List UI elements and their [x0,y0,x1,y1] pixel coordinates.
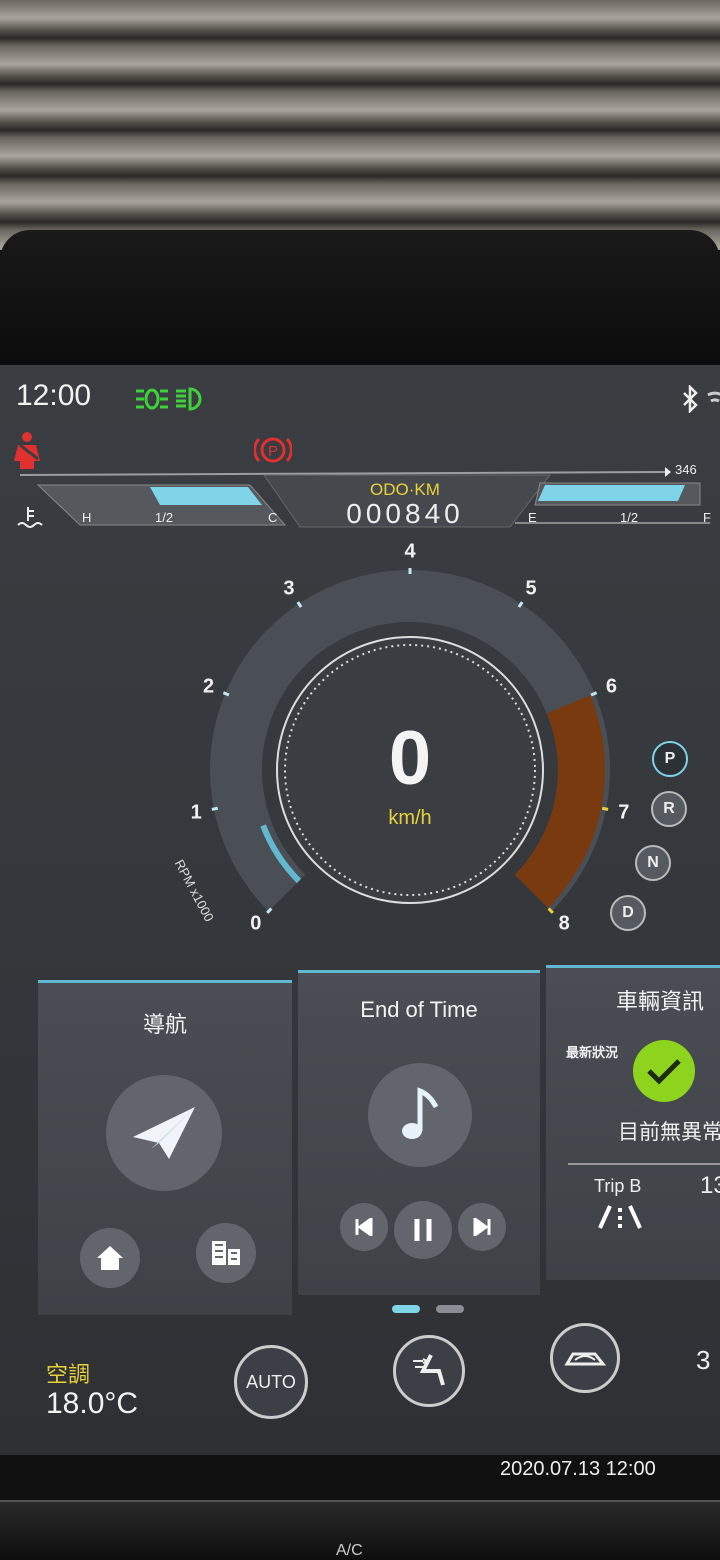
trip-label: Trip B [594,1176,642,1196]
tach-tick-label: 3 [283,577,295,600]
vehicle-info-card[interactable]: 車輛資訊 最新狀況 目前無異常 Trip B 13 [546,965,720,1280]
tach-tick-mark [222,691,230,697]
tach-tick-mark [601,806,609,811]
seat-airflow-button[interactable] [393,1335,465,1407]
home-button[interactable] [80,1228,140,1288]
screen-bezel [0,230,720,370]
status-ok-icon [633,1040,695,1102]
building-icon [212,1241,240,1265]
photo-timestamp: 2020.07.13 12:00 [500,1458,656,1480]
tach-tick-mark [211,806,219,811]
poi-button[interactable] [196,1223,256,1283]
track-title: End of Time [360,997,478,1022]
tach-tick-label: 8 [558,912,570,935]
tach-tick-label: 6 [605,675,617,698]
page-indicator-active[interactable] [392,1305,420,1313]
divider [568,1163,720,1165]
background-blinds [0,0,720,250]
page-indicator[interactable] [436,1305,464,1313]
music-app-button[interactable] [368,1063,472,1167]
status-text: 目前無異常 [618,1121,720,1144]
seat-airflow-icon [413,1354,445,1386]
climate-label: 空調 [46,1362,91,1387]
pause-button[interactable] [394,1201,452,1259]
tach-tick-label: 0 [250,912,262,935]
vehicle-title: 車輛資訊 [616,989,705,1014]
climate-extra: 3 [696,1345,711,1375]
speed-unit: km/h [388,807,432,829]
ac-hard-button[interactable]: A/C [336,1542,363,1560]
home-icon [97,1246,123,1270]
tach-tick-mark [590,691,598,697]
tach-tick-label: 4 [404,540,416,563]
tach-tick-label: 1 [190,801,202,824]
music-card[interactable]: End of Time [298,970,540,1295]
speed-value: 0 [388,716,432,801]
auto-button[interactable]: AUTO [234,1345,308,1419]
climate-temp[interactable]: 18.0°C [46,1387,138,1421]
physical-buttons: A/C [0,1500,720,1560]
skip-forward-icon [473,1218,491,1236]
tach-tick-label: 5 [525,577,537,600]
nav-title: 導航 [142,1012,187,1037]
car-recirculation-icon [564,1352,607,1366]
trip-value: 13 [700,1172,720,1199]
music-note-icon [402,1087,439,1139]
previous-track-button[interactable] [340,1203,388,1251]
skip-back-icon [355,1218,373,1236]
road-icon [598,1205,642,1229]
status-label: 最新狀況 [566,1045,619,1060]
tach-tick-label: 2 [203,675,215,698]
recirculation-button[interactable] [550,1323,620,1393]
navigation-card[interactable]: 導航 [38,980,292,1315]
tach-tick-label: 7 [618,801,630,824]
navigate-button[interactable] [106,1075,222,1191]
pause-icon [414,1219,432,1241]
paper-plane-icon [133,1107,195,1159]
next-track-button[interactable] [458,1203,506,1251]
